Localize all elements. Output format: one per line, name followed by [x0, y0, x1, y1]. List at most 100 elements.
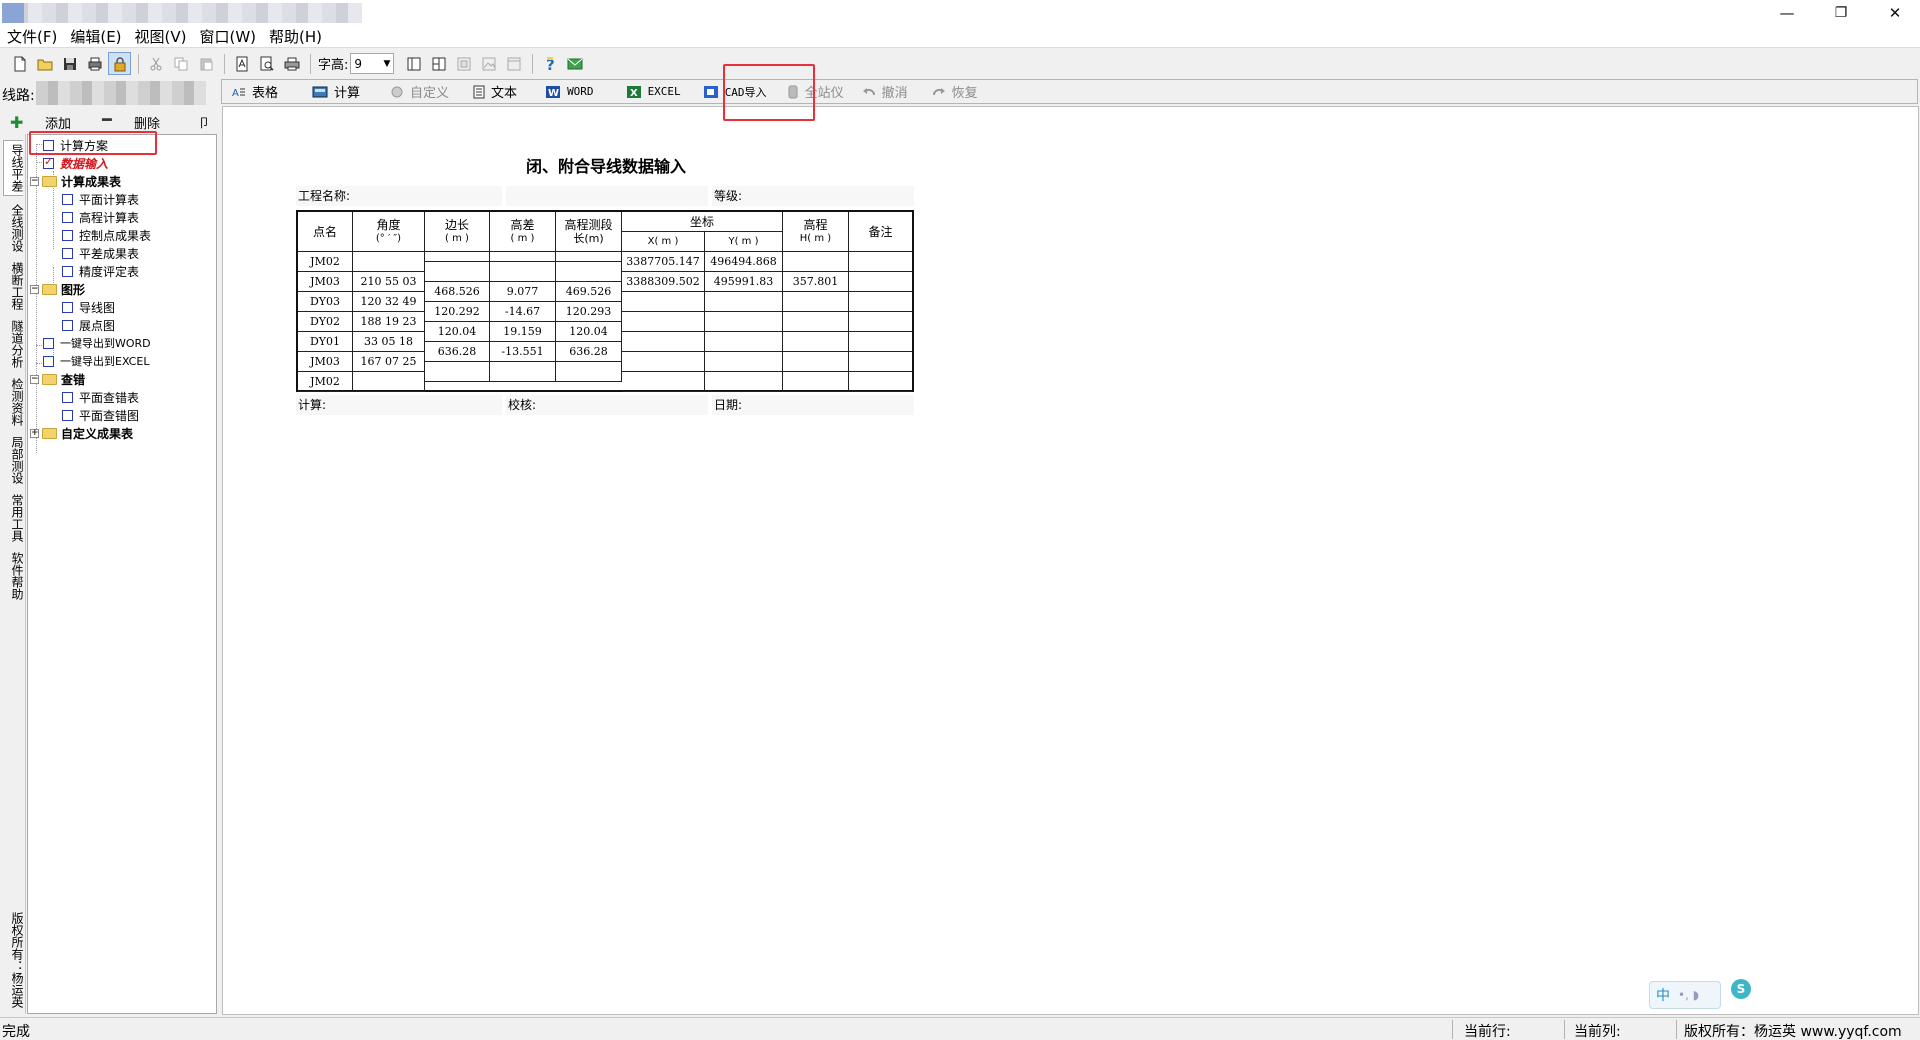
tab-tunnel-analysis[interactable]: 隧道分析	[3, 316, 24, 372]
calc-button[interactable]: 计算	[308, 81, 364, 103]
checkbox[interactable]	[62, 265, 73, 277]
checkbox[interactable]	[62, 391, 73, 403]
cell-point-name[interactable]: DY02	[298, 312, 353, 332]
cell-angle[interactable]: 33 05 18	[353, 332, 425, 352]
cell-height-diff[interactable]: 9.077	[490, 282, 556, 302]
custom-button[interactable]: 自定义	[386, 81, 453, 103]
cell-elev-length[interactable]: 636.28	[556, 342, 622, 362]
tree-item-control-points[interactable]: 控制点成果表	[62, 226, 151, 244]
copy-icon[interactable]	[169, 52, 192, 75]
delete-button[interactable]: 删除	[134, 113, 160, 132]
excel-button[interactable]: X EXCEL	[622, 81, 685, 103]
checkbox-checked[interactable]	[43, 155, 54, 169]
page-setup-icon[interactable]	[230, 52, 253, 75]
save-icon[interactable]	[58, 52, 81, 75]
text-button[interactable]: 文本	[469, 81, 521, 103]
restore-button[interactable]: ❐	[1818, 0, 1864, 26]
cell-angle[interactable]	[353, 252, 425, 272]
cell-elev-length[interactable]	[556, 362, 622, 382]
print-setup-icon[interactable]	[83, 52, 106, 75]
cell-remark[interactable]	[849, 372, 912, 392]
cell-elev-length[interactable]: 120.293	[556, 302, 622, 322]
cell-elev-length[interactable]: 469.526	[556, 282, 622, 302]
cell-x[interactable]	[622, 312, 705, 332]
cell-x[interactable]	[622, 372, 705, 392]
collapse-icon[interactable]: −	[30, 176, 39, 186]
cell-elevation[interactable]	[783, 352, 849, 372]
tree-item-traverse-map[interactable]: 导线图	[62, 298, 115, 316]
ime-indicator[interactable]: 中 •, ◗	[1649, 981, 1721, 1009]
tree-item-plane-check-table[interactable]: 平面查错表	[62, 388, 139, 406]
cell-point-name[interactable]: DY01	[298, 332, 353, 352]
tree-item-precision[interactable]: 精度评定表	[62, 262, 139, 280]
undo-button[interactable]: 撤消	[858, 81, 912, 103]
delete-icon[interactable]: ━	[102, 110, 112, 129]
layout-split-icon[interactable]	[427, 52, 450, 75]
expand-icon[interactable]: +	[30, 428, 39, 438]
tree-folder-results[interactable]: − 计算成果表	[30, 172, 121, 190]
cell-remark[interactable]	[849, 352, 912, 372]
cell-y[interactable]	[705, 352, 783, 372]
cell-point-name[interactable]: JM03	[298, 272, 353, 292]
open-folder-icon[interactable]	[33, 52, 56, 75]
help-icon[interactable]: ?	[538, 52, 561, 75]
cell-angle[interactable]: 120 32 49	[353, 292, 425, 312]
cell-height-diff[interactable]: -13.551	[490, 342, 556, 362]
checkbox[interactable]	[62, 409, 73, 421]
close-button[interactable]: ✕	[1872, 0, 1918, 26]
lock-icon[interactable]	[108, 52, 131, 75]
checkbox[interactable]	[43, 337, 54, 349]
cell-angle[interactable]	[353, 372, 425, 392]
cell-elevation[interactable]: 357.801	[783, 272, 849, 292]
cell-x[interactable]	[622, 292, 705, 312]
tree-item-adjust-results[interactable]: 平差成果表	[62, 244, 139, 262]
tab-traverse-adjust[interactable]: 导线平差	[3, 140, 24, 196]
cell-side-length[interactable]: 636.28	[425, 342, 490, 362]
cell-angle[interactable]: 188 19 23	[353, 312, 425, 332]
checkbox[interactable]	[43, 355, 54, 367]
cell-angle[interactable]: 210 55 03	[353, 272, 425, 292]
mail-icon[interactable]	[563, 52, 586, 75]
tree-item-elev-calc[interactable]: 高程计算表	[62, 208, 139, 226]
cell-y[interactable]	[705, 372, 783, 392]
pin-icon[interactable]: 卩	[198, 114, 210, 131]
tree-folder-check[interactable]: − 查错	[30, 370, 85, 388]
tree-item-point-map[interactable]: 展点图	[62, 316, 115, 334]
cell-height-diff[interactable]	[490, 362, 556, 382]
cell-elevation[interactable]	[783, 292, 849, 312]
project-name-field[interactable]	[506, 186, 708, 206]
cell-point-name[interactable]: JM03	[298, 352, 353, 372]
cell-point-name[interactable]: JM02	[298, 372, 353, 392]
add-icon[interactable]: ✚	[10, 113, 23, 132]
menu-file[interactable]: 文件(F)	[0, 26, 63, 48]
layout-left-icon[interactable]	[402, 52, 425, 75]
tree-folder-graphics[interactable]: − 图形	[30, 280, 85, 298]
cell-height-diff[interactable]: -14.67	[490, 302, 556, 322]
cell-elevation[interactable]	[783, 372, 849, 392]
new-file-icon[interactable]	[8, 52, 31, 75]
cell-remark[interactable]	[849, 252, 912, 272]
print-preview-icon[interactable]	[255, 52, 278, 75]
collapse-icon[interactable]: −	[30, 284, 39, 294]
image-disabled-icon[interactable]	[477, 52, 500, 75]
print-icon[interactable]	[280, 52, 303, 75]
cell-remark[interactable]	[849, 292, 912, 312]
cell-x[interactable]	[622, 332, 705, 352]
cell-elevation[interactable]	[783, 332, 849, 352]
tab-inspection-data[interactable]: 检测资料	[3, 374, 24, 430]
cell-x[interactable]: 3388309.502	[622, 272, 705, 292]
cell-point-name[interactable]: JM02	[298, 252, 353, 272]
menu-window[interactable]: 窗口(W)	[193, 26, 263, 48]
route-value-redacted[interactable]	[36, 81, 206, 105]
cell-side-length[interactable]	[425, 362, 490, 382]
cell-y[interactable]: 496494.868	[705, 252, 783, 272]
cell-y[interactable]	[705, 292, 783, 312]
cell-point-name[interactable]: DY03	[298, 292, 353, 312]
tree-item-export-word[interactable]: 一键导出到WORD	[43, 334, 151, 352]
cell-angle[interactable]: 167 07 25	[353, 352, 425, 372]
cell-y[interactable]: 495991.83	[705, 272, 783, 292]
cell-y[interactable]	[705, 332, 783, 352]
tab-common-tools[interactable]: 常用工具	[3, 490, 24, 546]
cell-x[interactable]: 3387705.147	[622, 252, 705, 272]
cell-remark[interactable]	[849, 272, 912, 292]
